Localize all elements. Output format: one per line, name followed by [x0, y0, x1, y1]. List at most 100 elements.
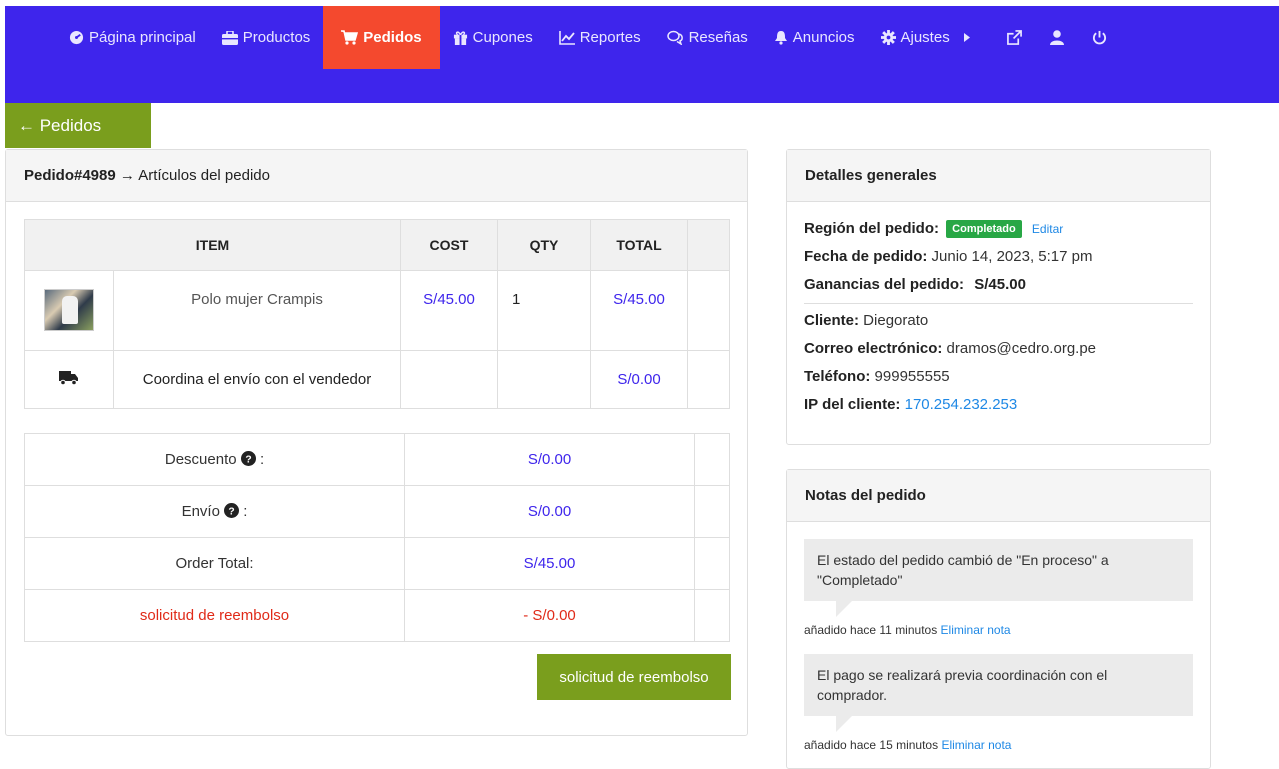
divider [804, 303, 1193, 304]
phone-row: Teléfono: 999955555 [804, 363, 1193, 391]
email-row: Correo electrónico: dramos@cedro.org.pe [804, 335, 1193, 363]
note-timestamp: añadido hace 11 minutos [804, 623, 941, 637]
nav-announcements-label: Anuncios [792, 29, 855, 46]
order-earnings-value: S/45.00 [974, 276, 1026, 293]
shipping-value: S/0.00 [404, 485, 695, 538]
dashboard-icon [69, 30, 84, 45]
general-details-panel: Detalles generales Región del pedido: Co… [786, 149, 1211, 445]
nav-settings-label: Ajustes [900, 29, 950, 46]
email-label: Correo electrónico: [804, 340, 943, 357]
nav-products[interactable]: Productos [209, 6, 324, 69]
briefcase-icon [221, 30, 238, 45]
general-details-header: Detalles generales [787, 150, 1210, 202]
order-items-subtitle: → Artículos del pedido [115, 167, 270, 184]
product-thumbnail[interactable] [44, 289, 94, 331]
cart-icon [341, 30, 359, 45]
client-label: Cliente: [804, 312, 860, 329]
top-navigation-bar: Página principal Productos Pedidos Cupon… [5, 6, 1279, 103]
nav-reports-label: Reportes [579, 29, 641, 46]
shipping-icon-cell [24, 350, 114, 409]
qty-column-header: QTY [497, 219, 591, 271]
truck-icon [59, 371, 79, 389]
order-earnings-label: Ganancias del pedido: [804, 276, 965, 293]
general-details-title: Detalles generales [805, 167, 937, 184]
delete-note-link[interactable]: Eliminar nota [941, 738, 1011, 752]
table-row: Coordina el envío con el vendedor S/0.00 [24, 350, 730, 409]
nav-products-label: Productos [242, 29, 311, 46]
order-number: Pedido#4989 [24, 167, 116, 184]
order-date-row: Fecha de pedido: Junio 14, 2023, 5:17 pm [804, 243, 1193, 271]
shipping-label: Envío [181, 503, 220, 520]
ip-label: IP del cliente: [804, 396, 901, 413]
order-notes-panel: Notas del pedido El estado del pedido ca… [786, 469, 1211, 769]
ip-row: IP del cliente: 170.254.232.253 [804, 391, 1193, 419]
order-totals-table: Descuento ? : S/0.00 Envío ? : S/0.00 Or… [24, 433, 730, 642]
gift-icon [453, 30, 468, 45]
order-date-value: Junio 14, 2023, 5:17 pm [927, 248, 1093, 265]
product-qty: 1 [497, 270, 591, 351]
note-text: El estado del pedido cambió de "En proce… [804, 539, 1193, 617]
question-circle-icon[interactable]: ? [224, 503, 240, 520]
ip-value-link[interactable]: 170.254.232.253 [905, 396, 1018, 413]
visit-store-button[interactable] [993, 6, 1036, 69]
question-circle-icon[interactable]: ? [240, 451, 256, 468]
nav-coupons[interactable]: Cupones [440, 6, 546, 69]
external-link-icon [1006, 30, 1022, 45]
client-value: Diegorato [859, 312, 929, 329]
table-row: Order Total: S/45.00 [24, 537, 730, 590]
order-total-label: Order Total: [24, 537, 405, 590]
nav-dashboard[interactable]: Página principal [56, 6, 209, 69]
nav-reviews-label: Reseñas [688, 29, 748, 46]
nav-reports[interactable]: Reportes [546, 6, 654, 69]
svg-text:?: ? [228, 506, 234, 517]
note-meta: añadido hace 15 minutos Eliminar nota [804, 738, 1193, 752]
nav-announcements[interactable]: Anuncios [761, 6, 868, 69]
phone-label: Teléfono: [804, 368, 871, 385]
product-name[interactable]: Polo mujer Crampis [113, 270, 401, 351]
profile-button[interactable] [1036, 6, 1078, 69]
gear-icon [880, 30, 896, 45]
shipping-label-cell: Envío ? : [24, 485, 405, 538]
user-icon [1049, 30, 1064, 45]
refund-label: solicitud de reembolso [24, 589, 405, 642]
order-total-value: S/45.00 [404, 537, 695, 590]
refund-value: - S/0.00 [404, 589, 695, 642]
list-item: El estado del pedido cambió de "En proce… [804, 539, 1193, 637]
order-notes-title: Notas del pedido [805, 487, 926, 504]
chart-line-icon [558, 30, 575, 45]
order-items-header: Pedido#4989 → Artículos del pedido [6, 150, 747, 202]
phone-value: 999955555 [870, 368, 950, 385]
bell-icon [774, 30, 788, 45]
edit-status-link[interactable]: Editar [1032, 222, 1063, 236]
comments-icon [666, 30, 684, 45]
table-row: solicitud de reembolso - S/0.00 [24, 589, 730, 642]
note-timestamp: añadido hace 15 minutos [804, 738, 942, 752]
order-items-table: ITEM COST QTY TOTAL Polo mujer Crampis S… [24, 219, 730, 409]
order-date-label: Fecha de pedido: [804, 248, 928, 265]
nav-orders[interactable]: Pedidos [323, 6, 440, 69]
product-thumbnail-cell [24, 270, 114, 351]
discount-value: S/0.00 [404, 433, 695, 486]
back-to-orders-button[interactable]: ← Pedidos [5, 103, 151, 148]
status-badge: Completado [946, 220, 1022, 239]
discount-label: Descuento [164, 451, 237, 468]
nav-reviews[interactable]: Reseñas [654, 6, 761, 69]
svg-text:?: ? [245, 454, 251, 465]
nav-dashboard-label: Página principal [89, 29, 196, 46]
refund-request-button[interactable]: solicitud de reembolso [537, 654, 731, 700]
empty-column-header [687, 219, 730, 271]
logout-button[interactable] [1078, 6, 1121, 69]
delete-note-link[interactable]: Eliminar nota [941, 623, 1011, 637]
cost-column-header: COST [400, 219, 498, 271]
table-row: Descuento ? : S/0.00 [24, 433, 730, 486]
product-cost: S/45.00 [400, 270, 498, 351]
order-region-label: Región del pedido: [804, 220, 939, 237]
power-icon [1092, 30, 1107, 45]
order-items-panel: Pedido#4989 → Artículos del pedido ITEM … [5, 149, 748, 736]
nav-orders-label: Pedidos [363, 29, 422, 46]
order-notes-header: Notas del pedido [787, 470, 1210, 522]
nav-settings[interactable]: Ajustes [868, 6, 983, 69]
table-row: Envío ? : S/0.00 [24, 485, 730, 538]
total-column-header: TOTAL [590, 219, 688, 271]
email-value: dramos@cedro.org.pe [942, 340, 1097, 357]
